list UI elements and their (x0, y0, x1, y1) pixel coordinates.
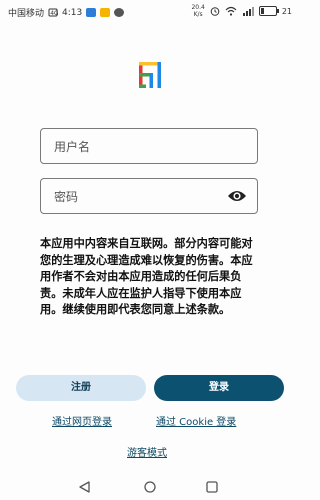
cookie-login-link[interactable]: 通过 Cookie 登录 (156, 413, 236, 428)
alarm-icon (210, 7, 220, 16)
app-logo-icon (139, 62, 161, 88)
app-notification-icon (114, 8, 125, 17)
password-field[interactable]: 密码 (40, 178, 258, 214)
status-right: 20.4 K/s 21 (191, 4, 292, 18)
signal-icon (242, 7, 254, 16)
back-icon[interactable] (79, 481, 90, 493)
password-placeholder: 密码 (54, 190, 79, 204)
app-notification-icon (100, 8, 111, 17)
register-button[interactable]: 注册 (16, 375, 146, 401)
guest-mode-link[interactable]: 游客模式 (127, 444, 167, 459)
net-speed-unit: K/s (193, 11, 203, 18)
username-field[interactable]: 用户名 (40, 128, 258, 164)
carrier-label: 中国移动 (8, 9, 45, 19)
svg-text:4G: 4G (50, 10, 58, 17)
carrier-signal-icon: 4G (48, 8, 58, 17)
net-speed-value: 20.4 (191, 4, 205, 11)
home-icon[interactable] (144, 481, 156, 493)
battery-label: 21 (281, 6, 292, 16)
wifi-icon (225, 6, 237, 16)
eye-icon[interactable] (227, 189, 247, 203)
battery-level (260, 8, 264, 14)
battery-icon (258, 6, 279, 16)
status-bar: 中国移动 4G 4:13 20.4 K/s 21 (0, 0, 300, 22)
navigation-bar (79, 481, 218, 493)
web-login-link[interactable]: 通过网页登录 (52, 413, 112, 428)
clock-label: 4:13 (62, 7, 83, 18)
app-notification-icon (86, 8, 97, 17)
recents-icon[interactable] (206, 481, 218, 493)
login-button[interactable]: 登录 (154, 375, 284, 401)
net-speed: 20.4 K/s (191, 4, 204, 18)
status-left: 中国移动 4G 4:13 (8, 6, 125, 19)
disclaimer-text: 本应用中内容来自互联网。部分内容可能对您的生理及心理造成难以恢复的伤害。本应用作… (40, 237, 253, 317)
username-placeholder: 用户名 (54, 140, 91, 154)
